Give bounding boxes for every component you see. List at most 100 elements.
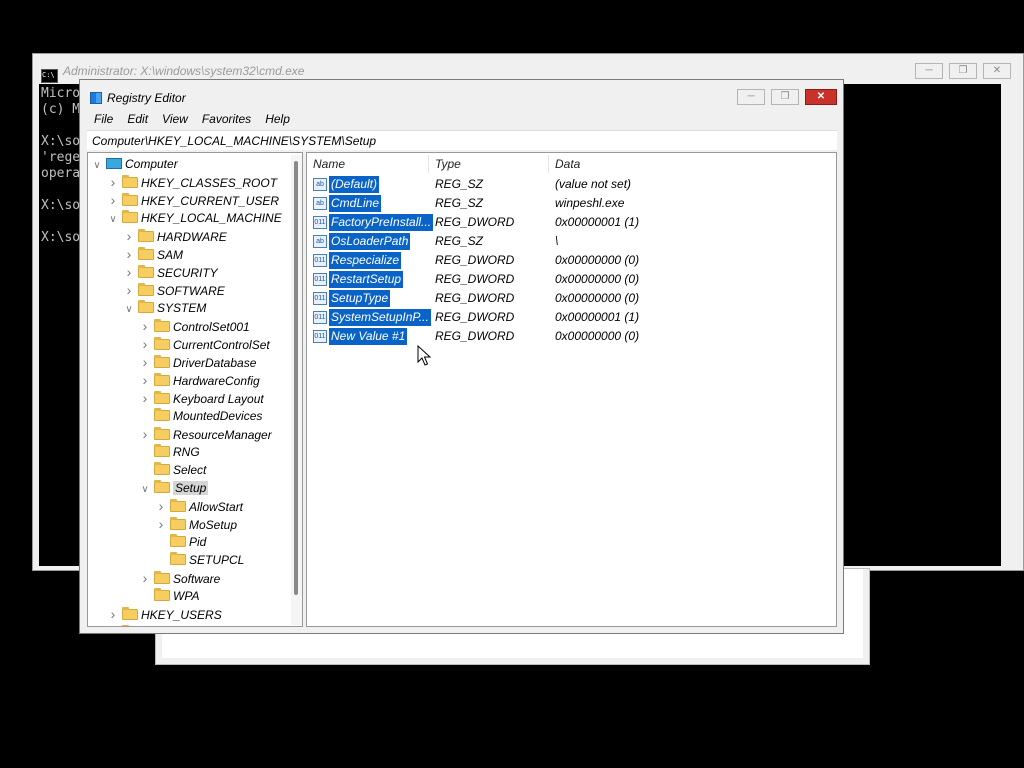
menu-view[interactable]: View xyxy=(155,110,195,128)
menu-favorites[interactable]: Favorites xyxy=(195,110,258,128)
chevron-right-icon[interactable]: › xyxy=(124,245,134,263)
value-row[interactable]: 011 SystemSetupInP... REG_DWORD 0x00000001 … xyxy=(307,308,836,327)
value-name[interactable]: SetupType xyxy=(329,290,391,307)
value-data: 0x00000000 (0) xyxy=(555,329,640,343)
chevron-right-icon[interactable]: › xyxy=(156,497,166,515)
column-header-type[interactable]: Type xyxy=(429,155,549,173)
key-tree[interactable]: ∨ Computer › HKEY_CLASSES_ROOT › HKEY_CURRENT… xyxy=(87,152,303,627)
column-header-name[interactable]: Name xyxy=(307,155,429,173)
value-name[interactable]: (Default) xyxy=(329,176,380,193)
chevron-right-icon[interactable]: › xyxy=(140,371,150,389)
chevron-right-icon[interactable]: › xyxy=(124,281,134,299)
binary-value-icon: 011 xyxy=(313,292,327,305)
chevron-right-icon[interactable]: › xyxy=(108,191,118,209)
tree-node[interactable]: › Keyboard Layout xyxy=(140,389,264,407)
regedit-app-icon xyxy=(90,92,102,104)
value-name[interactable]: SystemSetupInP... xyxy=(329,309,431,326)
regedit-title-text: Registry Editor xyxy=(107,91,186,105)
tree-node-label: HKEY_CLASSES_ROOT xyxy=(141,176,278,190)
menu-help[interactable]: Help xyxy=(258,110,297,128)
menu-edit[interactable]: Edit xyxy=(120,110,155,128)
tree-node[interactable]: › ControlSet001 xyxy=(140,317,250,335)
chevron-right-icon[interactable]: › xyxy=(140,353,150,371)
tree-node-label: HKEY_CURRENT_USER xyxy=(141,194,280,208)
values-list[interactable]: Name Type Data ab (Default) REG_SZ (value n… xyxy=(306,152,837,627)
chevron-right-icon[interactable]: › xyxy=(108,173,118,191)
chevron-right-icon[interactable]: › xyxy=(140,317,150,335)
tree-node[interactable]: › ResourceManager xyxy=(140,425,272,443)
value-name[interactable]: CmdLine xyxy=(329,195,382,212)
chevron-right-icon[interactable]: › xyxy=(124,263,134,281)
value-data: 0x00000000 (0) xyxy=(555,272,640,286)
regedit-minimize-button[interactable]: ─ xyxy=(737,89,765,105)
chevron-right-icon[interactable]: › xyxy=(108,623,118,626)
value-name[interactable]: OsLoaderPath xyxy=(329,233,411,250)
value-name[interactable]: FactoryPreInstall... xyxy=(329,214,434,231)
tree-node[interactable]: › SECURITY xyxy=(124,263,218,281)
tree-node[interactable]: ∨ SYSTEM xyxy=(124,299,206,317)
tree-node[interactable]: › HKEY_CLASSES_ROOT xyxy=(108,173,277,191)
tree-node[interactable]: SETUPCL xyxy=(156,551,244,569)
tree-node[interactable]: › HARDWARE xyxy=(124,227,227,245)
tree-node[interactable]: › AllowStart xyxy=(156,497,243,515)
chevron-right-icon[interactable]: › xyxy=(124,227,134,245)
value-row[interactable]: ab OsLoaderPath REG_SZ \ xyxy=(307,232,836,251)
tree-node[interactable]: › HKEY_CURRENT_CONFIG xyxy=(108,623,292,626)
chevron-right-icon[interactable]: › xyxy=(140,389,150,407)
tree-node[interactable]: RNG xyxy=(140,443,200,461)
chevron-down-icon[interactable]: ∨ xyxy=(140,481,150,499)
tree-node-label: WPA xyxy=(173,589,200,603)
tree-node[interactable]: ∨ Computer xyxy=(92,155,177,175)
tree-node[interactable]: › Software xyxy=(140,569,221,587)
tree-node[interactable]: ∨ Setup xyxy=(140,479,209,499)
value-data: 0x00000000 (0) xyxy=(555,291,640,305)
value-row[interactable]: ab CmdLine REG_SZ winpeshl.exe xyxy=(307,194,836,213)
tree-node[interactable]: WPA xyxy=(140,587,199,605)
tree-node[interactable]: › CurrentControlSet xyxy=(140,335,270,353)
value-name[interactable]: Respecialize xyxy=(329,252,402,269)
chevron-right-icon[interactable]: › xyxy=(156,515,166,533)
value-row[interactable]: 011 FactoryPreInstall... REG_DWORD 0x000000… xyxy=(307,213,836,232)
chevron-right-icon[interactable]: › xyxy=(140,425,150,443)
cmd-maximize-button[interactable]: ❐ xyxy=(949,63,977,79)
registry-editor-window[interactable]: Registry Editor ─ ❐ ✕ File Edit View Fav… xyxy=(79,79,844,634)
tree-node-label: HKEY_USERS xyxy=(141,608,222,622)
tree-scrollbar-thumb[interactable] xyxy=(294,161,298,595)
regedit-close-button[interactable]: ✕ xyxy=(805,89,837,105)
tree-node[interactable]: › HKEY_CURRENT_USER xyxy=(108,191,279,209)
value-type: REG_DWORD xyxy=(435,310,515,324)
address-bar[interactable]: Computer\HKEY_LOCAL_MACHINE\SYSTEM\Setup xyxy=(87,130,837,150)
regedit-maximize-button[interactable]: ❐ xyxy=(771,89,799,105)
chevron-down-icon[interactable]: ∨ xyxy=(124,301,134,319)
value-row[interactable]: 011 Respecialize REG_DWORD 0x00000000 (0) xyxy=(307,251,836,270)
cmd-minimize-button[interactable]: ─ xyxy=(915,63,943,79)
chevron-down-icon[interactable]: ∨ xyxy=(108,211,118,229)
tree-node[interactable]: › HKEY_USERS xyxy=(108,605,222,623)
mouse-cursor-icon xyxy=(417,344,432,366)
tree-scrollbar[interactable] xyxy=(291,155,302,625)
menu-file[interactable]: File xyxy=(87,110,120,128)
folder-icon xyxy=(154,462,170,475)
tree-node[interactable]: › SOFTWARE xyxy=(124,281,225,299)
value-row[interactable]: ab (Default) REG_SZ (value not set) xyxy=(307,175,836,194)
tree-node[interactable]: › MoSetup xyxy=(156,515,237,533)
tree-node[interactable]: › HardwareConfig xyxy=(140,371,260,389)
tree-node[interactable]: MountedDevices xyxy=(140,407,262,425)
value-name[interactable]: RestartSetup xyxy=(329,271,404,288)
tree-node[interactable]: › SAM xyxy=(124,245,183,263)
chevron-right-icon[interactable]: › xyxy=(140,335,150,353)
tree-node[interactable]: Select xyxy=(140,461,206,479)
value-name[interactable]: New Value #1 xyxy=(329,328,408,345)
cmd-close-button[interactable]: ✕ xyxy=(983,63,1011,79)
tree-node[interactable]: › DriverDatabase xyxy=(140,353,257,371)
chevron-right-icon[interactable]: › xyxy=(140,569,150,587)
tree-node[interactable]: ∨ HKEY_LOCAL_MACHINE xyxy=(108,209,282,227)
chevron-down-icon[interactable]: ∨ xyxy=(92,157,102,175)
chevron-right-icon[interactable]: › xyxy=(108,605,118,623)
value-row[interactable]: 011 New Value #1 REG_DWORD 0x00000000 (0) xyxy=(307,327,836,346)
value-row[interactable]: 011 SetupType REG_DWORD 0x00000000 (0) xyxy=(307,289,836,308)
value-row[interactable]: 011 RestartSetup REG_DWORD 0x00000000 (0) xyxy=(307,270,836,289)
tree-node[interactable]: Pid xyxy=(156,533,206,551)
folder-icon xyxy=(138,247,154,260)
column-header-data[interactable]: Data xyxy=(549,155,836,173)
